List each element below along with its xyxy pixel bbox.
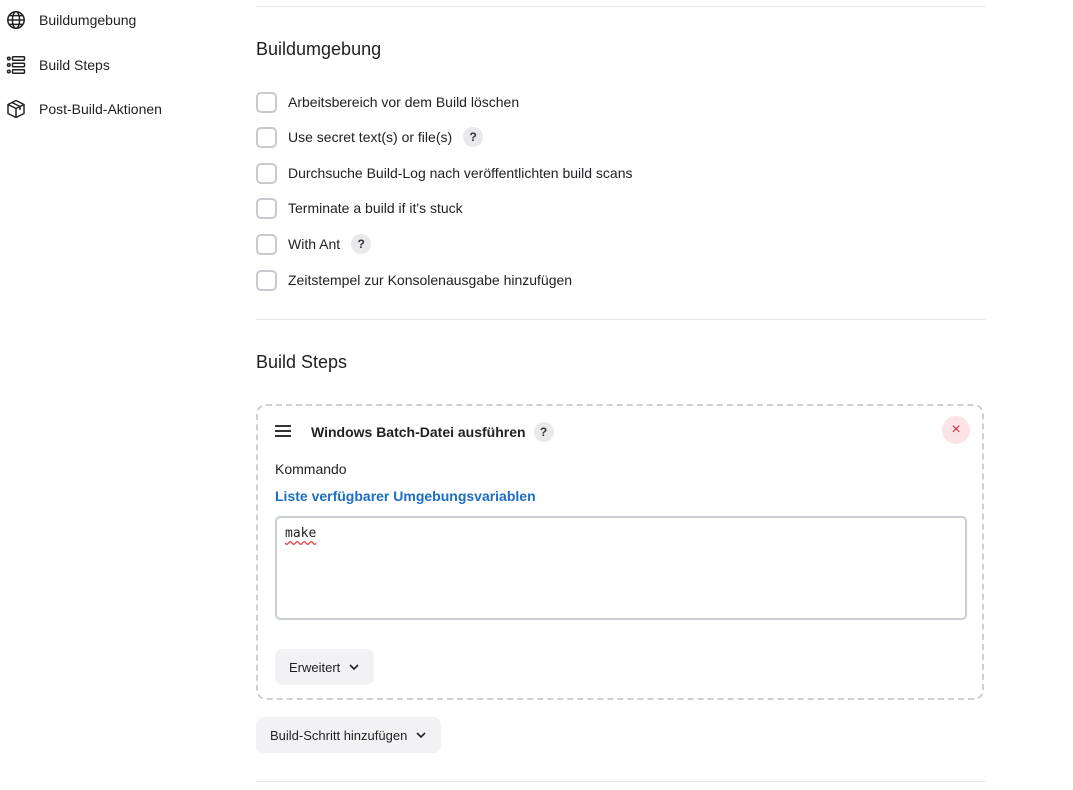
command-textarea[interactable]: make <box>275 516 967 620</box>
build-step-header: Windows Batch-Datei ausführen ? <box>311 422 554 442</box>
add-build-step-button[interactable]: Build-Schritt hinzufügen <box>256 717 442 753</box>
divider <box>256 6 985 7</box>
sidebar-item-label: Build Steps <box>39 57 110 73</box>
help-icon[interactable]: ? <box>533 422 554 442</box>
chevron-down-icon <box>416 732 426 739</box>
sidebar-item-build-steps[interactable]: Build Steps <box>6 53 110 77</box>
option-label: Arbeitsbereich vor dem Build löschen <box>288 94 520 110</box>
build-step-card: Windows Batch-Datei ausführen ? × Komman… <box>256 404 984 700</box>
option-row: Durchsuche Build-Log nach veröffentlicht… <box>256 162 633 184</box>
option-label: With Ant <box>288 236 341 252</box>
section-title-build-steps: Build Steps <box>256 352 348 372</box>
checkbox[interactable] <box>256 197 277 219</box>
list-icon <box>6 55 26 75</box>
sidebar-item-label: Post-Build-Aktionen <box>39 101 162 117</box>
close-icon[interactable]: × <box>942 416 970 444</box>
globe-icon <box>6 10 26 30</box>
package-icon <box>6 99 26 119</box>
option-row: Arbeitsbereich vor dem Build löschen <box>256 91 519 113</box>
checkbox[interactable] <box>256 91 277 113</box>
chevron-down-icon <box>349 664 359 671</box>
main-content: Buildumgebung Arbeitsbereich vor dem Bui… <box>256 0 985 790</box>
option-row: With Ant ? <box>256 233 372 255</box>
env-variables-link[interactable]: Liste verfügbarer Umgebungsvariablen <box>275 488 536 504</box>
option-label: Terminate a build if it's stuck <box>288 200 463 216</box>
advanced-button[interactable]: Erweitert <box>275 649 375 685</box>
help-icon[interactable]: ? <box>463 127 484 147</box>
option-label: Zeitstempel zur Konsolenausgabe hinzufüg… <box>288 272 573 288</box>
option-row: Use secret text(s) or file(s) ? <box>256 126 484 148</box>
option-label: Use secret text(s) or file(s) <box>288 129 453 145</box>
sidebar-item-post-build-aktionen[interactable]: Post-Build-Aktionen <box>6 97 162 121</box>
sidebar-item-buildumgebung[interactable]: Buildumgebung <box>6 8 136 32</box>
drag-handle-icon[interactable] <box>275 425 291 439</box>
add-build-step-label: Build-Schritt hinzufügen <box>270 727 408 743</box>
checkbox[interactable] <box>256 233 277 255</box>
checkbox[interactable] <box>256 269 277 291</box>
command-text: make <box>285 526 317 541</box>
option-label: Durchsuche Build-Log nach veröffentlicht… <box>288 165 633 181</box>
command-label: Kommando <box>275 461 347 477</box>
section-title-buildumgebung: Buildumgebung <box>256 39 382 59</box>
divider <box>256 781 985 782</box>
divider <box>256 319 985 320</box>
option-row: Zeitstempel zur Konsolenausgabe hinzufüg… <box>256 269 572 291</box>
checkbox[interactable] <box>256 162 277 184</box>
option-row: Terminate a build if it's stuck <box>256 197 463 219</box>
build-step-title: Windows Batch-Datei ausführen <box>311 424 526 440</box>
checkbox[interactable] <box>256 126 277 148</box>
advanced-label: Erweitert <box>289 659 341 675</box>
sidebar-item-label: Buildumgebung <box>39 12 137 28</box>
help-icon[interactable]: ? <box>351 234 372 254</box>
